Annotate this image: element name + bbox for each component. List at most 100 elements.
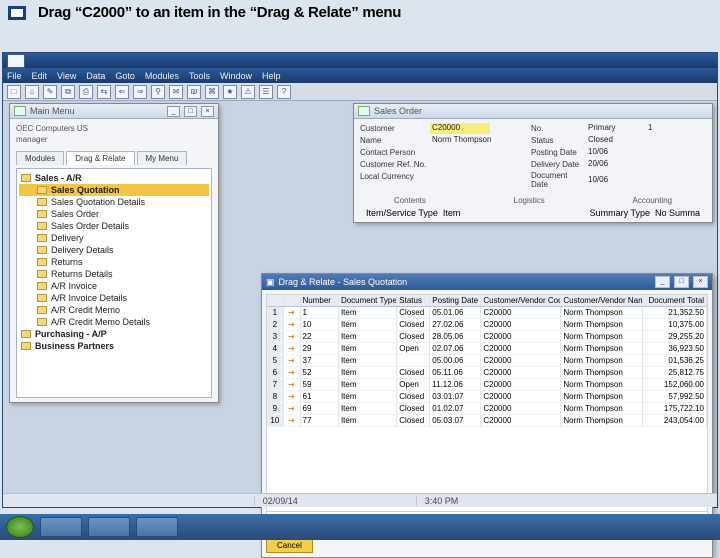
toolbar-icon[interactable]: ⚲: [151, 85, 165, 99]
field-primary[interactable]: Primary: [586, 123, 646, 134]
tree-item[interactable]: Sales Order: [19, 208, 209, 220]
tree-category-sales[interactable]: Sales - A/R: [19, 172, 209, 184]
field-customer[interactable]: C20000: [430, 123, 490, 134]
col-doctype[interactable]: Document Type: [339, 295, 397, 306]
field-contact[interactable]: [430, 147, 520, 158]
tree-item[interactable]: Sales Quotation Details: [19, 196, 209, 208]
tree-item[interactable]: A/R Invoice Details: [19, 292, 209, 304]
table-row[interactable]: 5➜37Item05.00.06C20000Norm Thompson01,53…: [267, 355, 707, 367]
toolbar-icon[interactable]: ⎙: [79, 85, 93, 99]
tree-item[interactable]: Returns: [19, 256, 209, 268]
tree-item[interactable]: Delivery Details: [19, 244, 209, 256]
table-row[interactable]: 7➜59ItemOpen11.12.06C20000Norm Thompson1…: [267, 379, 707, 391]
maximize-button[interactable]: □: [674, 276, 689, 288]
menu-help[interactable]: Help: [262, 71, 281, 81]
col-postdate[interactable]: Posting Date: [430, 295, 481, 306]
table-row[interactable]: 2➜10ItemClosed27.02.06C20000Norm Thompso…: [267, 319, 707, 331]
col-doctotal[interactable]: Document Total: [643, 295, 707, 306]
toolbar-icon[interactable]: ⇐: [115, 85, 129, 99]
link-arrow-icon[interactable]: ➜: [284, 343, 301, 354]
tree-item[interactable]: Delivery: [19, 232, 209, 244]
cell-cvname: Norm Thompson: [561, 343, 643, 354]
toolbar-icon[interactable]: ★: [223, 85, 237, 99]
table-row[interactable]: 9➜69ItemClosed01.02.07C20000Norm Thompso…: [267, 403, 707, 415]
field-posting[interactable]: 10/06: [586, 147, 676, 158]
tab-drag-relate[interactable]: Drag & Relate: [66, 151, 134, 165]
link-arrow-icon[interactable]: ➜: [284, 355, 301, 366]
toolbar-icon[interactable]: ⇆: [97, 85, 111, 99]
minimize-button[interactable]: _: [655, 276, 670, 288]
col-cvcode[interactable]: Customer/Vendor Code: [481, 295, 561, 306]
tree-item[interactable]: Returns Details: [19, 268, 209, 280]
table-row[interactable]: 8➜61ItemClosed03.01.07C20000Norm Thompso…: [267, 391, 707, 403]
link-arrow-icon[interactable]: ➜: [284, 391, 301, 402]
table-row[interactable]: 3➜22ItemClosed28.05.06C20000Norm Thompso…: [267, 331, 707, 343]
menu-goto[interactable]: Goto: [115, 71, 135, 81]
table-row[interactable]: 1➜1ItemClosed05.01.06C20000Norm Thompson…: [267, 307, 707, 319]
field-currency[interactable]: [430, 171, 490, 182]
close-button[interactable]: ×: [693, 276, 708, 288]
field-custref[interactable]: [430, 159, 520, 170]
menu-file[interactable]: File: [7, 71, 22, 81]
table-row[interactable]: 10➜77ItemClosed05.03.07C20000Norm Thomps…: [267, 415, 707, 427]
subtab-logistics[interactable]: Logistics: [514, 196, 545, 205]
link-arrow-icon[interactable]: ➜: [284, 331, 301, 342]
menu-tools[interactable]: Tools: [189, 71, 210, 81]
start-button[interactable]: [6, 516, 34, 538]
col-number[interactable]: Number: [301, 295, 339, 306]
cell-doctype: Item: [339, 403, 397, 414]
cell-rownum: 1: [267, 307, 284, 318]
table-row[interactable]: 6➜52ItemClosed05.11.06C20000Norm Thompso…: [267, 367, 707, 379]
col-cvname[interactable]: Customer/Vendor Name: [561, 295, 643, 306]
toolbar-icon[interactable]: ⇒: [133, 85, 147, 99]
toolbar-icon[interactable]: ✉: [169, 85, 183, 99]
tab-modules[interactable]: Modules: [16, 151, 64, 165]
cancel-button[interactable]: Cancel: [266, 538, 313, 553]
minimize-button[interactable]: _: [167, 106, 180, 117]
toolbar-icon[interactable]: □: [7, 85, 21, 99]
toolbar-icon[interactable]: ⧉: [61, 85, 75, 99]
menu-view[interactable]: View: [57, 71, 76, 81]
tree-category-bp[interactable]: Business Partners: [19, 340, 209, 352]
table-row[interactable]: 4➜29ItemOpen02.07.06C20000Norm Thompson3…: [267, 343, 707, 355]
taskbar-item[interactable]: [136, 517, 178, 537]
taskbar-item[interactable]: [88, 517, 130, 537]
maximize-button[interactable]: □: [184, 106, 197, 117]
link-arrow-icon[interactable]: ➜: [284, 319, 301, 330]
tree-item[interactable]: A/R Credit Memo: [19, 304, 209, 316]
toolbar-icon[interactable]: ✎: [43, 85, 57, 99]
menu-edit[interactable]: Edit: [32, 71, 48, 81]
toolbar-icon[interactable]: ⌘: [205, 85, 219, 99]
field-docdate[interactable]: 10/06: [586, 175, 676, 186]
link-arrow-icon[interactable]: ➜: [284, 415, 301, 426]
tree-category-purchasing[interactable]: Purchasing - A/P: [19, 328, 209, 340]
toolbar-icon[interactable]: ☰: [259, 85, 273, 99]
tree-item[interactable]: Sales Order Details: [19, 220, 209, 232]
link-arrow-icon[interactable]: ➜: [284, 307, 301, 318]
field-name[interactable]: Norm Thompson: [430, 135, 520, 146]
tree-item-sales-quotation[interactable]: Sales Quotation: [19, 184, 209, 196]
tree-item[interactable]: A/R Invoice: [19, 280, 209, 292]
link-arrow-icon[interactable]: ➜: [284, 403, 301, 414]
menu-window[interactable]: Window: [220, 71, 252, 81]
toolbar-icon[interactable]: ₪: [187, 85, 201, 99]
cell-cvcode: C20000: [481, 307, 561, 318]
link-arrow-icon[interactable]: ➜: [284, 367, 301, 378]
taskbar-item[interactable]: [40, 517, 82, 537]
tab-my-menu[interactable]: My Menu: [137, 151, 188, 165]
menu-modules[interactable]: Modules: [145, 71, 179, 81]
toolbar-icon[interactable]: ⚠: [241, 85, 255, 99]
col-status[interactable]: Status: [397, 295, 430, 306]
app-menubar: File Edit View Data Goto Modules Tools W…: [3, 68, 717, 83]
close-button[interactable]: ×: [201, 106, 214, 117]
link-arrow-icon[interactable]: ➜: [284, 379, 301, 390]
toolbar-icon[interactable]: ⌂: [25, 85, 39, 99]
subtab-accounting[interactable]: Accounting: [633, 196, 673, 205]
toolbar-icon[interactable]: ?: [277, 85, 291, 99]
cell-status: Open: [397, 343, 430, 354]
field-no[interactable]: 1: [646, 123, 706, 134]
subtab-contents[interactable]: Contents: [394, 196, 426, 205]
tree-item[interactable]: A/R Credit Memo Details: [19, 316, 209, 328]
menu-data[interactable]: Data: [86, 71, 105, 81]
field-delivery[interactable]: 20/06: [586, 159, 676, 170]
